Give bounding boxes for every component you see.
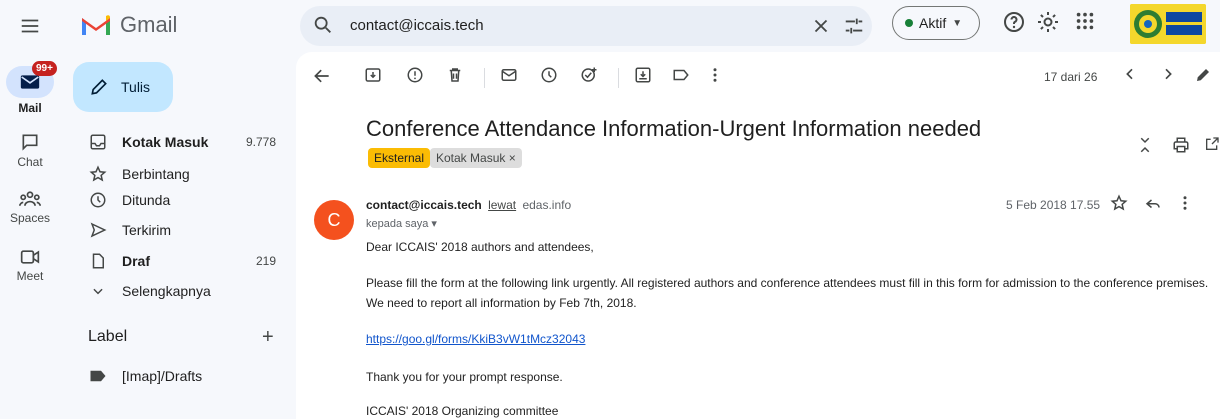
inbox-label-chip[interactable]: Kotak Masuk × (430, 148, 522, 168)
chevron-down-icon (86, 284, 110, 298)
mail-icon (20, 75, 40, 89)
trash-icon[interactable] (446, 66, 464, 84)
unread-badge: 99+ (32, 61, 57, 76)
status-dropdown[interactable]: Aktif ▼ (892, 6, 980, 40)
open-new-window-icon[interactable] (1204, 136, 1220, 152)
nav-item-more[interactable]: Selengkapnya (86, 277, 276, 305)
apps-grid-icon[interactable] (1074, 10, 1096, 32)
add-label-button[interactable]: + (262, 326, 274, 349)
compose-label: Tulis (121, 79, 151, 95)
spaces-icon (19, 191, 41, 206)
help-icon[interactable] (1002, 10, 1026, 34)
labels-heading: Label (88, 328, 128, 345)
search-input[interactable]: contact@iccais.tech (350, 17, 484, 34)
rail-spaces-label: Spaces (9, 211, 51, 225)
body-greeting: Dear ICCAIS' 2018 authors and attendees, (366, 240, 594, 254)
rail-chat[interactable]: Chat (0, 132, 60, 169)
sender-line: contact@iccais.tech lewat edas.info (366, 198, 571, 212)
label-tag-icon (86, 369, 110, 383)
nav-item-inbox[interactable]: Kotak Masuk 9.778 (86, 128, 276, 156)
toolbar-divider (484, 68, 485, 88)
status-label: Aktif (919, 15, 947, 31)
mark-unread-icon[interactable] (500, 66, 518, 84)
star-icon (86, 165, 110, 183)
external-badge: Eksternal (368, 148, 431, 168)
body-signature: ICCAIS' 2018 Organizing committee (366, 404, 559, 418)
chevron-right-icon[interactable] (1160, 66, 1176, 82)
nav-label: [Imap]/Drafts (122, 368, 203, 384)
nav-count: 219 (255, 254, 276, 268)
form-link[interactable]: https://goo.gl/forms/KkiB3vW1tMcz32043 (366, 332, 585, 346)
nav-label: Ditunda (122, 192, 171, 208)
nav-label: Kotak Masuk (122, 134, 209, 150)
caret-down-icon: ▼ (952, 17, 963, 29)
pencil-icon (91, 79, 107, 95)
rail-chat-label: Chat (17, 155, 43, 169)
chat-icon (22, 134, 38, 151)
add-task-icon[interactable] (580, 66, 598, 84)
nav-label: Terkirim (122, 222, 171, 238)
sender-avatar: C (314, 200, 354, 240)
gear-icon[interactable] (1036, 10, 1060, 34)
body-paragraph-line: Please fill the form at the following li… (366, 276, 1209, 290)
rail-meet-label: Meet (16, 269, 44, 283)
toolbar-divider (618, 68, 619, 88)
inbox-icon (86, 133, 110, 151)
move-to-icon[interactable] (634, 66, 652, 84)
main-menu-button[interactable] (14, 10, 46, 42)
sender-via-link[interactable]: lewat (488, 198, 516, 212)
body-paragraph-line: We need to report all information by Feb… (366, 296, 637, 310)
gmail-logo[interactable]: Gmail (80, 8, 177, 42)
organization-logo-icon (1130, 4, 1206, 44)
label-item-imap-drafts[interactable]: [Imap]/Drafts (86, 362, 276, 390)
back-arrow-icon[interactable] (312, 66, 332, 86)
search-icon[interactable] (312, 14, 334, 36)
nav-label: Selengkapnya (122, 283, 211, 299)
send-icon (86, 221, 110, 239)
pencil-icon[interactable] (1194, 66, 1212, 84)
account-avatar[interactable] (1130, 4, 1206, 44)
star-icon[interactable] (1110, 194, 1128, 212)
snooze-clock-icon[interactable] (540, 66, 558, 84)
gmail-m-icon (82, 15, 110, 35)
email-subject: Conference Attendance Information-Urgent… (366, 116, 982, 141)
status-dot (905, 19, 913, 27)
nav-item-drafts[interactable]: Draf 219 (86, 247, 276, 275)
nav-item-snoozed[interactable]: Ditunda (86, 186, 276, 214)
draft-icon (86, 252, 110, 270)
compose-button[interactable]: Tulis (73, 62, 173, 112)
nav-item-sent[interactable]: Terkirim (86, 216, 276, 244)
pagination-count: 17 dari 26 (1044, 70, 1098, 84)
filter-options-icon[interactable] (843, 15, 865, 37)
clock-icon (86, 191, 110, 209)
message-view: 17 dari 26 Conference Attendance Informa… (296, 52, 1220, 419)
sender-email[interactable]: contact@iccais.tech (366, 198, 482, 212)
rail-mail[interactable]: 99+ Mail (0, 61, 60, 115)
nav-count: 9.778 (245, 135, 276, 149)
expand-all-icon[interactable] (1136, 136, 1154, 154)
label-icon[interactable] (672, 66, 690, 84)
app-name: Gmail (120, 12, 178, 37)
rail-spaces[interactable]: Spaces (0, 190, 60, 225)
nav-label: Berbintang (122, 166, 190, 182)
close-icon[interactable] (810, 15, 832, 37)
video-camera-icon (20, 250, 40, 264)
more-vert-icon[interactable] (706, 66, 724, 84)
reply-icon[interactable] (1144, 194, 1162, 212)
recipient-details-dropdown[interactable]: kepada saya ▾ (366, 217, 437, 230)
report-spam-icon[interactable] (406, 66, 424, 84)
rail-meet[interactable]: Meet (0, 248, 60, 283)
nav-item-starred[interactable]: Berbintang (86, 160, 276, 188)
body-thanks: Thank you for your prompt response. (366, 370, 563, 384)
rail-mail-label: Mail (18, 101, 42, 115)
print-icon[interactable] (1172, 136, 1190, 154)
nav-label: Draf (122, 253, 151, 269)
message-date: 5 Feb 2018 17.55 (1006, 198, 1101, 212)
sender-domain: edas.info (522, 198, 572, 212)
hamburger-icon (21, 19, 39, 33)
archive-icon[interactable] (364, 66, 382, 84)
more-vert-icon[interactable] (1176, 194, 1194, 212)
chevron-left-icon[interactable] (1122, 66, 1138, 82)
search-bar[interactable]: contact@iccais.tech (300, 6, 872, 46)
